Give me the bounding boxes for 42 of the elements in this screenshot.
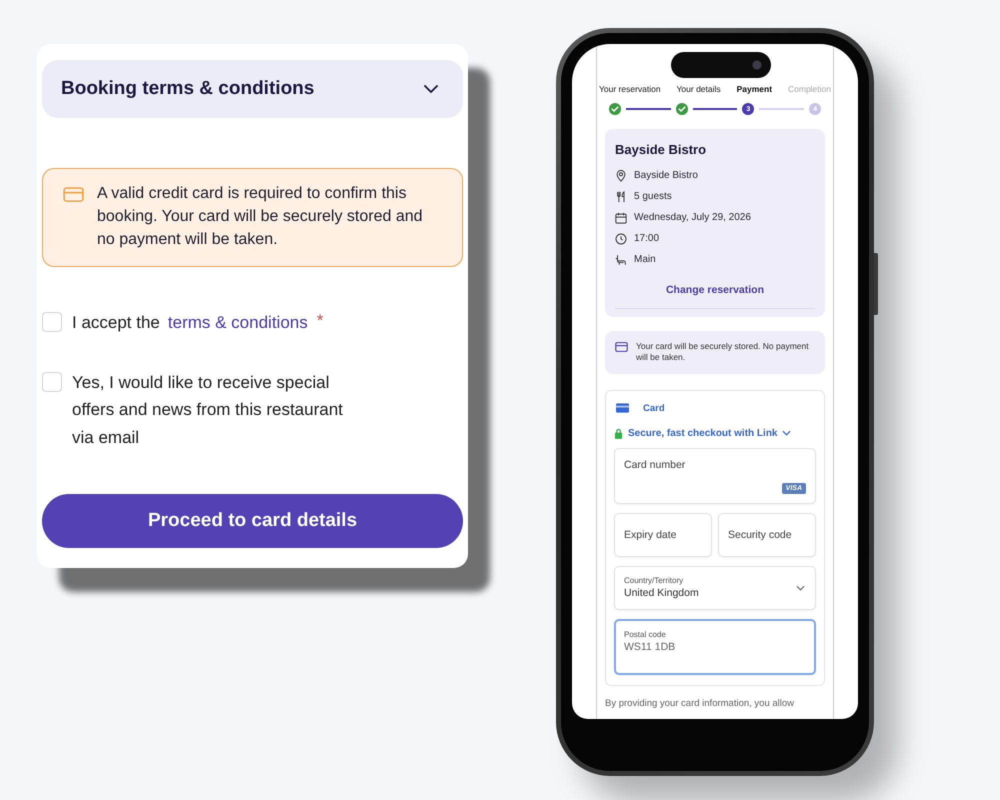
accordion-header[interactable]: Booking terms & conditions [42,60,463,118]
checkbox[interactable] [42,372,62,392]
terms-link[interactable]: terms & conditions [168,313,308,332]
restaurant-name: Bayside Bistro [615,142,708,157]
credit-card-icon [615,342,628,352]
step-label: Your reservation [599,84,661,94]
step-connector [626,108,671,110]
step-label: Your details [676,84,721,94]
change-reservation-link[interactable]: Change reservation [666,284,764,296]
proceed-button[interactable]: Proceed to card details [42,494,463,548]
link-checkout-button[interactable]: Secure, fast checkout with Link [628,428,792,439]
consent-text: Yes, I would like to receive special offers and news from this restaurant via email [72,372,344,448]
note-text: Your card will be securely stored. No payment will be taken. [636,341,810,364]
chevron-icon [782,430,792,436]
detail-text: 17:00 [634,233,660,244]
detail-text: Main [634,254,656,265]
lock-icon [614,428,623,439]
clock-icon [615,232,627,244]
disclaimer-text: By providing your card information, you allow [605,698,796,709]
detail-text: 5 guests [634,191,672,202]
location-pin-icon [615,170,627,182]
card-tab[interactable]: Card [614,398,667,418]
seat-icon [615,254,627,266]
consent-text: I accept the terms & conditions [72,312,308,334]
calendar-icon [615,212,627,224]
input-field[interactable]: Security code [718,512,816,557]
input-field[interactable]: Expiry date [614,512,712,557]
chevron-icon [796,584,805,591]
step-connector [692,108,738,110]
select-field[interactable]: Country/Territory United Kingdom [614,566,816,610]
notice-text: A valid credit card is required to confirm this booking. Your card will be securely stored and no payment will be taken. [97,184,424,250]
detail-text: Bayside Bistro [634,170,698,181]
detail-text: Wednesday, July 29, 2026 [634,212,751,223]
credit-card-icon [616,403,629,414]
step-label: Payment [736,84,772,94]
input-field[interactable]: Postal code WS11 1DB [614,618,816,675]
credit-card-icon [63,187,84,202]
checkbox[interactable] [42,312,62,332]
step-connector [759,108,804,110]
step-label: Completion [788,84,831,94]
required-asterisk: * [316,310,324,332]
fork-knife-icon [615,190,627,202]
